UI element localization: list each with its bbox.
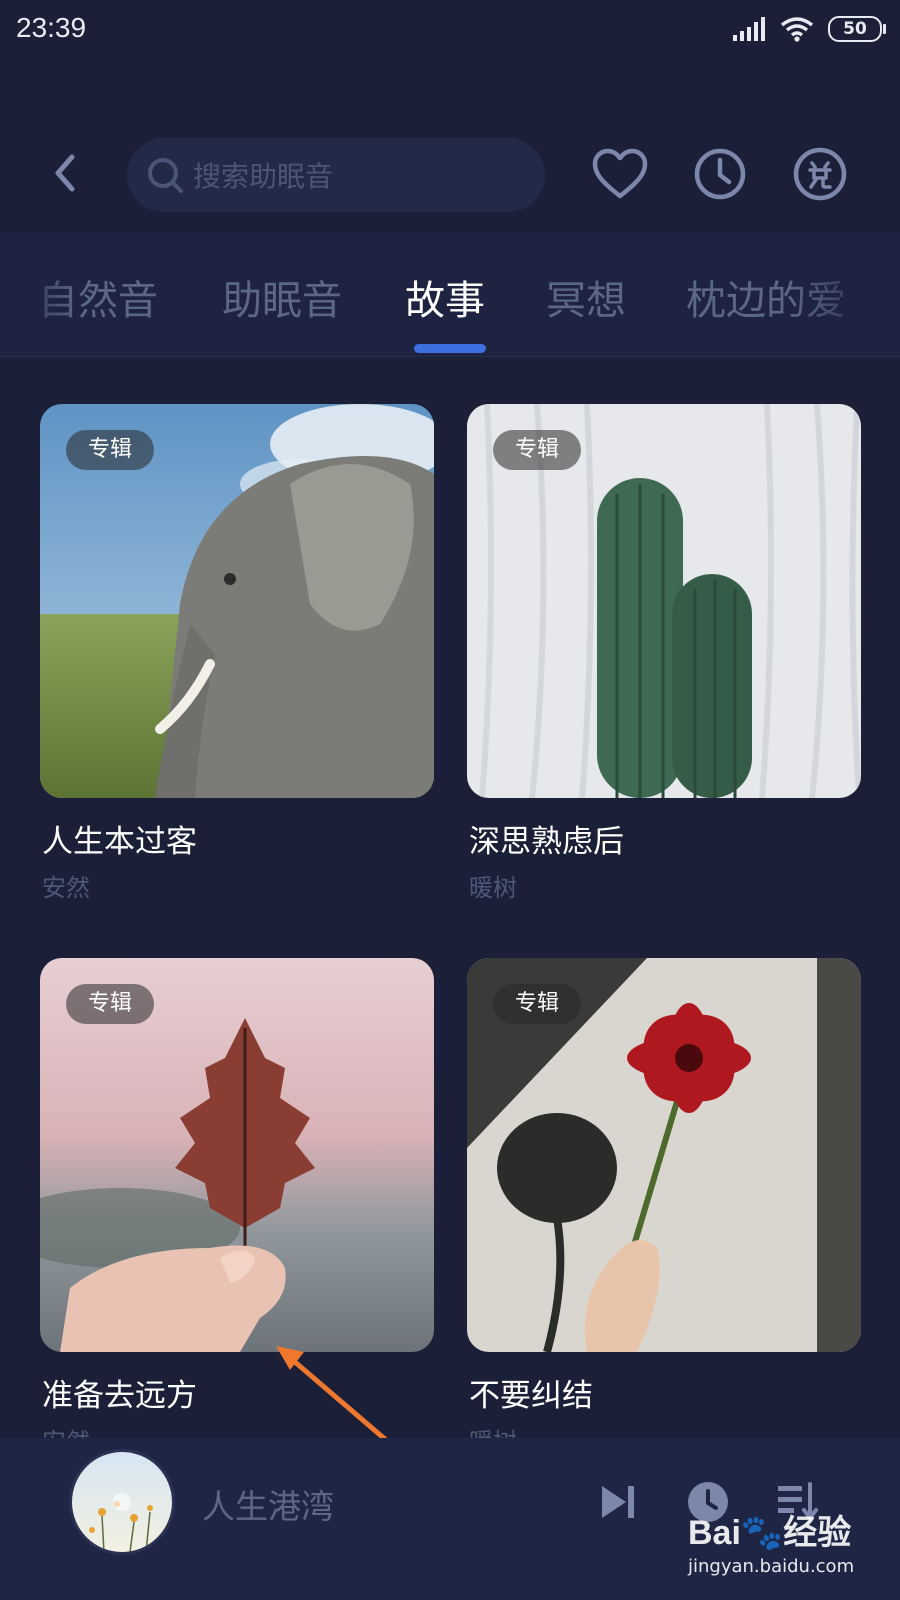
album-author: 安然 (42, 874, 90, 902)
search-placeholder: 搜索助眠音 (193, 160, 334, 193)
redeem-icon (793, 147, 847, 201)
category-tabs: 自然音 助眠音 故事 冥想 枕边的爱 (0, 232, 900, 357)
album-title[interactable]: 准备去远方 (42, 1370, 197, 1415)
album-badge: 专辑 (66, 984, 155, 1024)
back-icon (55, 154, 75, 192)
status-time: 23:39 (16, 12, 87, 43)
signal-icon (733, 17, 765, 41)
clock-icon (694, 148, 746, 200)
status-icons: 50 (732, 16, 886, 42)
album-cover-cactus[interactable]: 专辑 (467, 404, 861, 798)
album-card[interactable]: 专辑 不要纠结 暖树 (467, 958, 861, 1456)
album-card[interactable]: 专辑 人生本过客 安然 (40, 404, 434, 902)
watermark-suffix: 经验 (783, 1514, 852, 1552)
album-cover-leaf[interactable]: 专辑 (40, 958, 434, 1352)
album-title[interactable]: 深思熟虑后 (469, 816, 624, 861)
watermark-brand: Bai🐾经验 (688, 1505, 878, 1554)
tab-meditation[interactable]: 冥想 (546, 268, 626, 326)
skip-next-icon (602, 1486, 634, 1518)
album-author: 暖树 (469, 874, 517, 902)
player-title[interactable]: 人生港湾 (202, 1480, 334, 1528)
tab-stories[interactable]: 故事 (405, 268, 485, 326)
watermark-brand-text: Bai (688, 1514, 741, 1552)
tab-nature-sounds[interactable]: 自然音 (38, 268, 158, 326)
wifi-icon (780, 17, 814, 42)
album-card[interactable]: 专辑 深思熟虑后 暖树 (467, 404, 861, 902)
history-button[interactable] (691, 145, 749, 203)
album-badge: 专辑 (493, 430, 582, 470)
search-input[interactable]: 搜索助眠音 (127, 138, 545, 212)
back-button[interactable] (40, 148, 90, 198)
baidu-watermark: Bai🐾经验 jingyan.baidu.com (688, 1505, 878, 1577)
status-bar: 23:39 50 (0, 0, 900, 64)
battery-indicator: 50 (828, 16, 886, 42)
battery-level: 50 (843, 19, 867, 39)
album-badge: 专辑 (66, 430, 155, 470)
tab-indicator (414, 344, 486, 353)
search-icon (145, 155, 185, 195)
album-cover-flower[interactable]: 专辑 (467, 958, 861, 1352)
album-cover-elephant[interactable]: 专辑 (40, 404, 434, 798)
skip-next-button[interactable] (590, 1474, 646, 1530)
album-badge: 专辑 (493, 984, 582, 1024)
album-title[interactable]: 不要纠结 (469, 1370, 593, 1415)
player-cover[interactable] (72, 1452, 172, 1552)
top-bar: 搜索助眠音 (0, 130, 900, 220)
tab-sleep-sounds[interactable]: 助眠音 (222, 268, 342, 326)
tab-bedside-love[interactable]: 枕边的爱 (686, 268, 846, 326)
paw-icon: 🐾 (740, 1514, 784, 1552)
favorites-button[interactable] (591, 145, 649, 203)
album-card[interactable]: 专辑 准备去远方 安然 (40, 958, 434, 1456)
heart-icon (592, 148, 648, 199)
watermark-url: jingyan.baidu.com (688, 1556, 855, 1577)
album-title[interactable]: 人生本过客 (42, 816, 197, 861)
redeem-button[interactable] (791, 145, 849, 203)
